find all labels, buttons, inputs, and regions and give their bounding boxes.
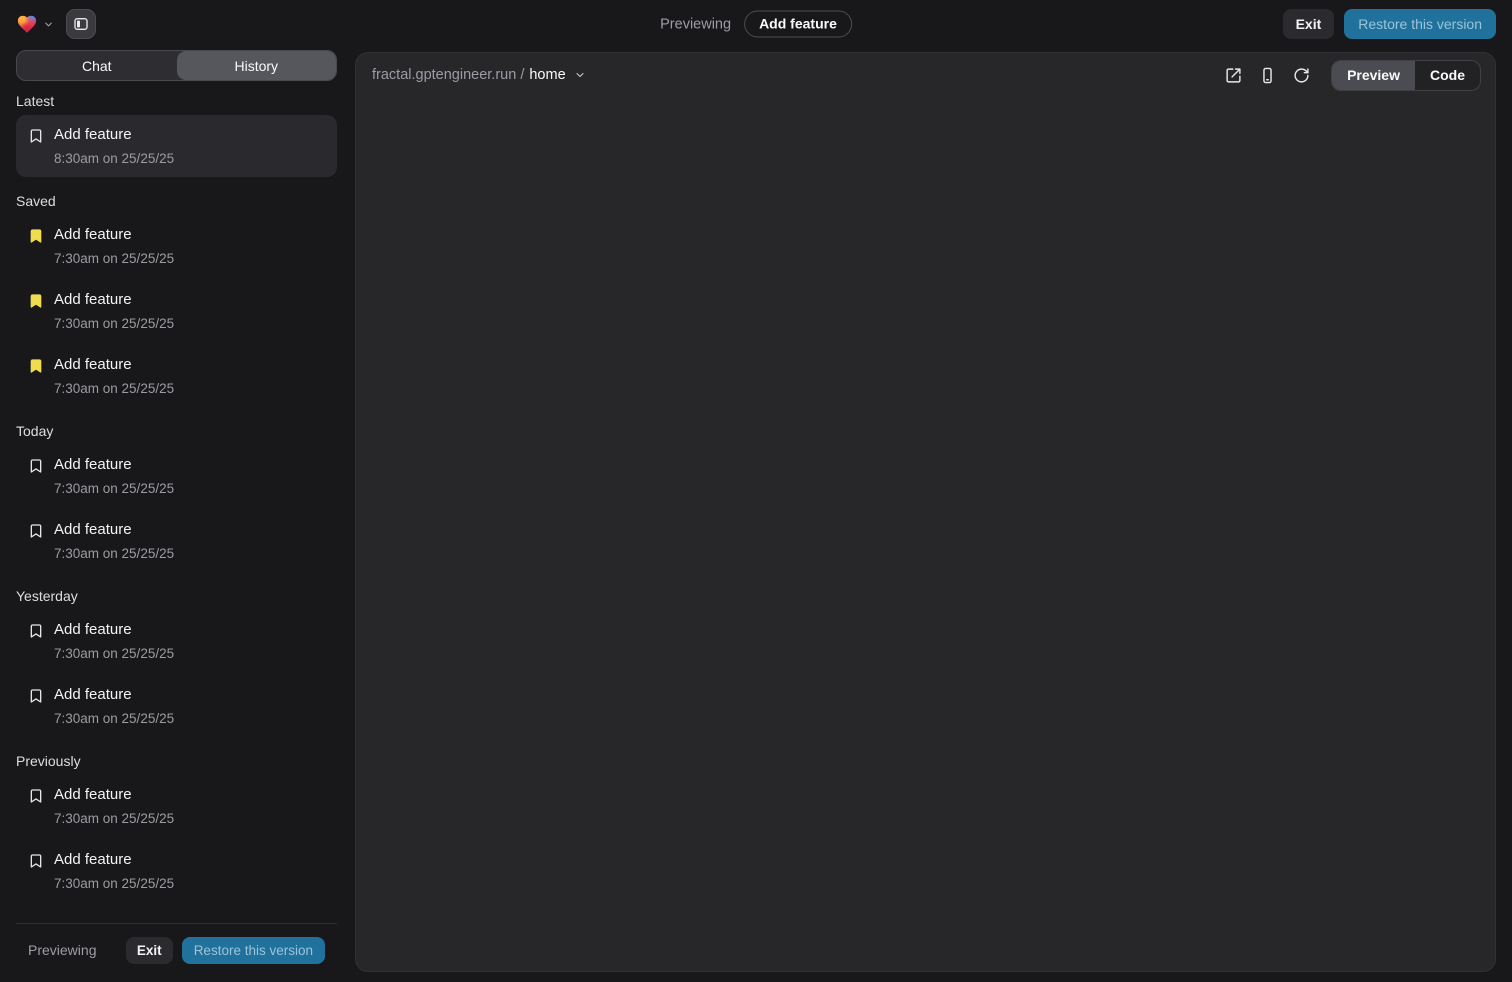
previewing-label: Previewing	[660, 16, 731, 32]
exit-button[interactable]: Exit	[1283, 9, 1335, 39]
preview-iframe-area	[356, 97, 1495, 971]
bookmark-icon	[28, 853, 44, 869]
smartphone-icon	[1259, 67, 1276, 84]
preview-url-dropdown[interactable]: fractal.gptengineer.run / home	[372, 67, 586, 83]
footer-restore-version-button[interactable]: Restore this version	[182, 937, 325, 965]
history-item-title: Add feature	[54, 520, 174, 539]
preview-panel-header: fractal.gptengineer.run / home	[356, 53, 1495, 97]
section-title: Previously	[16, 751, 337, 771]
section-today: Today Add feature 7:30am on 25/25/25 Add…	[16, 421, 337, 572]
section-title: Today	[16, 421, 337, 441]
bookmark-filled-icon	[28, 358, 44, 374]
footer-previewing-label: Previewing	[28, 942, 96, 958]
history-item-title: Add feature	[54, 620, 174, 639]
bookmark-filled-icon	[28, 228, 44, 244]
section-title: Yesterday	[16, 586, 337, 606]
external-link-icon	[1225, 67, 1242, 84]
history-sidebar: Chat History Latest Add feature 8:30am o…	[16, 50, 337, 968]
bookmark-icon	[28, 128, 44, 144]
toggle-preview[interactable]: Preview	[1332, 61, 1415, 90]
history-item-timestamp: 7:30am on 25/25/25	[54, 481, 174, 497]
footer-exit-button[interactable]: Exit	[126, 937, 173, 965]
section-latest: Latest Add feature 8:30am on 25/25/25	[16, 91, 337, 177]
open-in-new-tab-button[interactable]	[1219, 61, 1247, 89]
sidebar-tab-group: Chat History	[16, 50, 337, 81]
sidebar-footer: Previewing Exit Restore this version	[16, 923, 337, 969]
history-item-timestamp: 7:30am on 25/25/25	[54, 251, 174, 267]
bookmark-filled-icon	[28, 293, 44, 309]
history-item-timestamp: 7:30am on 25/25/25	[54, 876, 174, 892]
history-item[interactable]: Add feature 7:30am on 25/25/25	[16, 610, 337, 672]
history-item[interactable]: Add feature 7:30am on 25/25/25	[16, 510, 337, 572]
section-title: Saved	[16, 191, 337, 211]
history-list[interactable]: Latest Add feature 8:30am on 25/25/25 Sa…	[16, 81, 337, 923]
history-item-title: Add feature	[54, 225, 174, 244]
url-chevron-down-icon	[574, 69, 586, 81]
preview-url-domain: fractal.gptengineer.run /	[372, 67, 524, 83]
preview-panel: fractal.gptengineer.run / home	[355, 52, 1496, 972]
bookmark-icon	[28, 523, 44, 539]
app-logo-menu[interactable]	[16, 13, 54, 35]
refresh-icon	[1293, 67, 1310, 84]
history-item[interactable]: Add feature 8:30am on 25/25/25	[16, 115, 337, 177]
bookmark-icon	[28, 688, 44, 704]
preview-url-page: home	[529, 67, 565, 83]
history-item[interactable]: Add feature 7:30am on 25/25/25	[16, 775, 337, 837]
bookmark-icon	[28, 458, 44, 474]
history-item[interactable]: Add feature 7:30am on 25/25/25	[16, 345, 337, 407]
version-name-pill: Add feature	[744, 11, 852, 38]
history-item-title: Add feature	[54, 455, 174, 474]
refresh-button[interactable]	[1287, 61, 1315, 89]
heart-logo-icon	[16, 13, 38, 35]
section-saved: Saved Add feature 7:30am on 25/25/25 Add…	[16, 191, 337, 407]
history-item-title: Add feature	[54, 355, 174, 374]
mobile-view-button[interactable]	[1253, 61, 1281, 89]
history-item[interactable]: Add feature 7:30am on 25/25/25	[16, 215, 337, 277]
history-item-timestamp: 7:30am on 25/25/25	[54, 381, 174, 397]
section-yesterday: Yesterday Add feature 7:30am on 25/25/25…	[16, 586, 337, 737]
history-item-title: Add feature	[54, 125, 174, 144]
panel-left-icon	[73, 16, 89, 32]
bookmark-icon	[28, 623, 44, 639]
history-item-timestamp: 7:30am on 25/25/25	[54, 646, 174, 662]
tab-history[interactable]: History	[177, 51, 337, 80]
section-title: Latest	[16, 91, 337, 111]
history-item-timestamp: 7:30am on 25/25/25	[54, 811, 174, 827]
bookmark-icon	[28, 788, 44, 804]
preview-status-group: Previewing Add feature	[660, 11, 852, 38]
history-item[interactable]: Add feature 7:30am on 25/25/25	[16, 445, 337, 507]
history-item[interactable]: Add feature 7:30am on 25/25/25	[16, 280, 337, 342]
toggle-code[interactable]: Code	[1415, 61, 1480, 90]
logo-chevron-down-icon	[43, 19, 54, 30]
history-item-title: Add feature	[54, 785, 174, 804]
history-item-timestamp: 7:30am on 25/25/25	[54, 546, 174, 562]
view-mode-toggle: Preview Code	[1331, 60, 1481, 91]
tab-chat[interactable]: Chat	[17, 51, 177, 80]
top-bar: Previewing Add feature Exit Restore this…	[0, 0, 1512, 48]
sidebar-toggle-button[interactable]	[66, 9, 96, 39]
restore-version-button[interactable]: Restore this version	[1344, 9, 1496, 39]
history-item-title: Add feature	[54, 850, 174, 869]
history-item-timestamp: 7:30am on 25/25/25	[54, 711, 174, 727]
history-item-timestamp: 7:30am on 25/25/25	[54, 316, 174, 332]
history-item-title: Add feature	[54, 685, 174, 704]
section-previously: Previously Add feature 7:30am on 25/25/2…	[16, 751, 337, 902]
history-item[interactable]: Add feature 7:30am on 25/25/25	[16, 840, 337, 902]
history-item-timestamp: 8:30am on 25/25/25	[54, 151, 174, 167]
history-item-title: Add feature	[54, 290, 174, 309]
history-item[interactable]: Add feature 7:30am on 25/25/25	[16, 675, 337, 737]
